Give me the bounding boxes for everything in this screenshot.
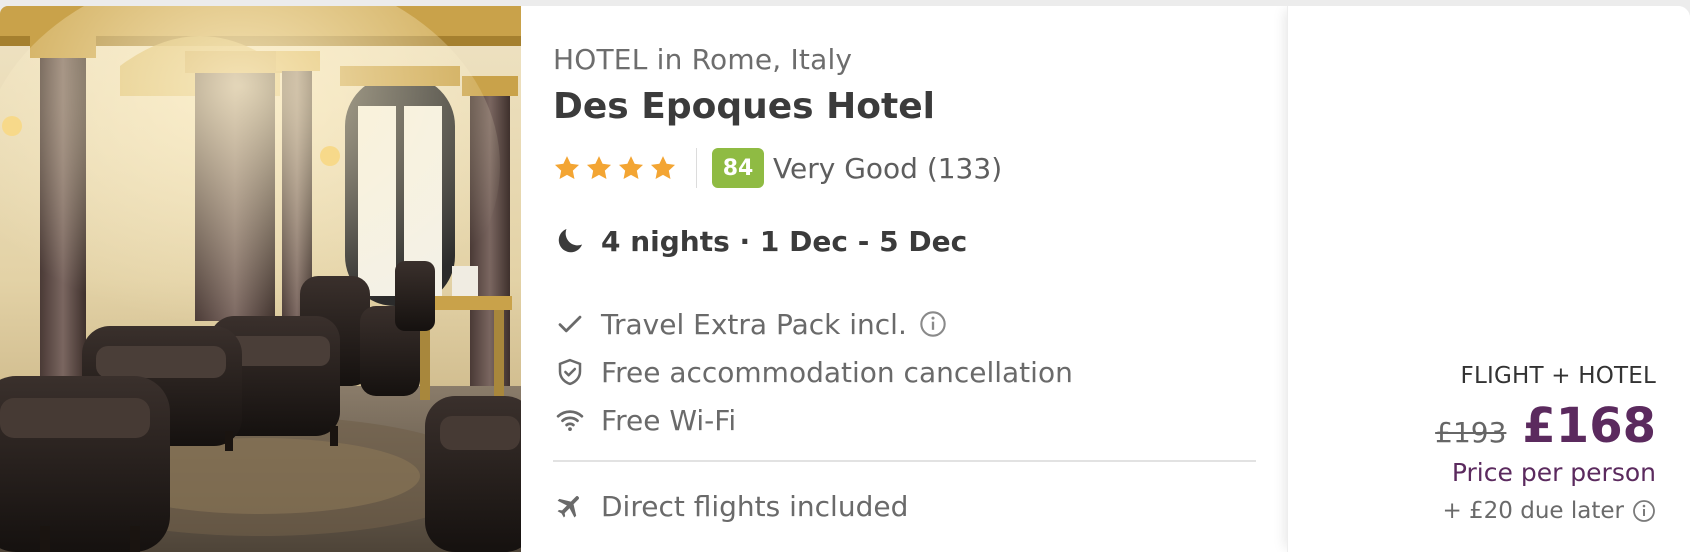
info-icon[interactable] (1632, 499, 1656, 523)
stay-summary: 4 nights · 1 Dec - 5 Dec (553, 224, 967, 258)
stay-dates: 4 nights · 1 Dec - 5 Dec (601, 224, 968, 258)
hotel-photo[interactable] (0, 6, 521, 552)
feature-free-cancellation: Free accommodation cancellation (553, 355, 1073, 389)
package-type-label: FLIGHT + HOTEL (1460, 363, 1656, 389)
star-icon (585, 154, 613, 182)
feature-wifi: Free Wi-Fi (553, 403, 736, 437)
feature-label: Travel Extra Pack incl. (601, 307, 907, 341)
moon-icon (553, 224, 587, 258)
shield-check-icon (553, 355, 587, 389)
hotel-lobby-image (0, 6, 521, 552)
hotel-name[interactable]: Des Epoques Hotel (553, 86, 935, 127)
hotel-location: HOTEL in Rome, Italy (553, 43, 853, 76)
wifi-icon (553, 403, 587, 437)
hotel-info: HOTEL in Rome, Italy Des Epoques Hotel 8… (553, 6, 1256, 552)
price-panel[interactable]: FLIGHT + HOTEL £193 £168 Price per perso… (1287, 6, 1690, 552)
star-icon (553, 154, 581, 182)
review-score-text[interactable]: Very Good (133) (773, 152, 1002, 185)
due-later-text: + £20 due later (1442, 498, 1624, 524)
feature-travel-extra-pack: Travel Extra Pack incl. (553, 307, 947, 341)
airplane-icon (553, 489, 587, 523)
feature-direct-flights: Direct flights included (553, 489, 908, 523)
price-per-person-label: Price per person (1451, 458, 1656, 487)
star-rating (553, 154, 677, 182)
star-icon (617, 154, 645, 182)
feature-label: Free Wi-Fi (601, 403, 737, 437)
check-icon (553, 307, 587, 341)
current-price: £168 (1522, 398, 1656, 454)
hotel-result-card[interactable]: HOTEL in Rome, Italy Des Epoques Hotel 8… (0, 6, 1690, 552)
rating-row: 84 Very Good (133) (553, 148, 1002, 188)
rating-divider (696, 148, 697, 188)
old-price: £193 (1435, 416, 1507, 449)
star-icon (649, 154, 677, 182)
feature-label: Direct flights included (601, 489, 909, 523)
review-score-badge: 84 (712, 148, 764, 188)
section-divider (553, 460, 1256, 462)
feature-label: Free accommodation cancellation (601, 355, 1073, 389)
price-row: £193 £168 (1435, 398, 1656, 454)
due-later-note: + £20 due later (1442, 498, 1656, 524)
info-icon[interactable] (919, 310, 947, 338)
